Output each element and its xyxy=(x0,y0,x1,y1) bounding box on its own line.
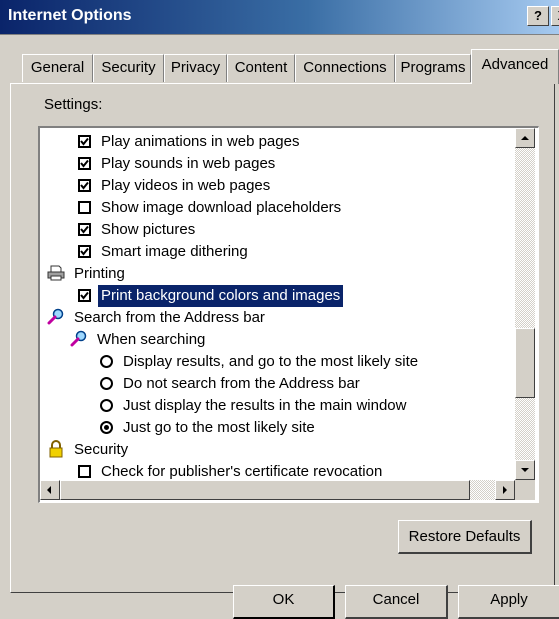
settings-group: When searching xyxy=(70,329,208,351)
settings-option[interactable]: Show pictures xyxy=(78,219,198,241)
lock-icon xyxy=(47,440,65,458)
scrollbar-corner xyxy=(515,480,535,500)
settings-option[interactable]: Play sounds in web pages xyxy=(78,153,278,175)
checkbox[interactable] xyxy=(78,244,91,258)
tab-privacy[interactable]: Privacy xyxy=(164,54,227,82)
chevron-right-icon xyxy=(503,486,507,494)
settings-label: Settings: xyxy=(44,96,103,113)
printer-icon xyxy=(47,264,65,282)
radio-button[interactable] xyxy=(100,354,113,368)
checkbox[interactable] xyxy=(78,156,91,170)
option-label: Smart image dithering xyxy=(101,243,248,260)
checkbox[interactable] xyxy=(78,200,91,214)
option-label: Security xyxy=(74,441,129,458)
settings-option[interactable]: Print background colors and images xyxy=(78,284,345,308)
settings-option[interactable]: Display results, and go to the most like… xyxy=(100,351,421,373)
checkbox[interactable] xyxy=(78,222,91,236)
tab-strip: General Security Privacy Content Connect… xyxy=(0,49,559,84)
option-label: Play animations in web pages xyxy=(101,133,300,150)
checkbox[interactable] xyxy=(78,178,91,192)
tab-content[interactable]: Content xyxy=(227,54,295,82)
chevron-down-icon xyxy=(521,468,529,472)
checkbox[interactable] xyxy=(78,288,91,302)
cancel-button[interactable]: Cancel xyxy=(345,585,448,619)
option-label: Do not search from the Address bar xyxy=(123,375,360,392)
chevron-up-icon xyxy=(521,136,529,140)
scroll-down-button[interactable] xyxy=(515,460,535,480)
tab-security[interactable]: Security xyxy=(93,54,164,82)
checkbox[interactable] xyxy=(78,134,91,148)
tab-advanced[interactable]: Advanced xyxy=(471,49,559,84)
settings-option[interactable]: Play videos in web pages xyxy=(78,175,273,197)
scroll-up-button[interactable] xyxy=(515,128,535,148)
option-label: Printing xyxy=(74,265,125,282)
settings-option[interactable]: Play animations in web pages xyxy=(78,131,302,153)
settings-group: Printing xyxy=(47,263,128,285)
checkbox[interactable] xyxy=(78,464,91,478)
option-label: Just display the results in the main win… xyxy=(123,397,407,414)
restore-defaults-button[interactable]: Restore Defaults xyxy=(398,520,532,554)
option-label: Play videos in web pages xyxy=(101,177,271,194)
ok-button[interactable]: OK xyxy=(233,585,335,619)
option-label: Play sounds in web pages xyxy=(101,155,276,172)
option-label: Print background colors and images xyxy=(96,284,345,308)
option-label: Show pictures xyxy=(101,221,196,238)
option-label: Show image download placeholders xyxy=(101,199,342,216)
radio-button[interactable] xyxy=(100,376,113,390)
settings-group: Security xyxy=(47,439,131,461)
settings-option[interactable]: Just display the results in the main win… xyxy=(100,395,409,417)
title-bar[interactable]: Internet Options ? X xyxy=(0,0,559,35)
settings-option[interactable]: Show image download placeholders xyxy=(78,197,344,219)
window-title: Internet Options xyxy=(8,7,132,24)
chevron-left-icon xyxy=(47,486,51,494)
vertical-scroll-thumb[interactable] xyxy=(515,328,535,398)
tab-connections[interactable]: Connections xyxy=(295,54,395,82)
scroll-right-button[interactable] xyxy=(495,480,515,500)
search-icon xyxy=(70,330,88,348)
horizontal-scroll-thumb[interactable] xyxy=(60,480,470,500)
search-icon xyxy=(47,308,65,326)
apply-button[interactable]: Apply xyxy=(458,585,559,619)
close-button[interactable]: X xyxy=(551,6,559,26)
radio-button[interactable] xyxy=(100,398,113,412)
help-button[interactable]: ? xyxy=(527,6,549,26)
settings-option[interactable]: Smart image dithering xyxy=(78,241,251,263)
settings-option[interactable]: Do not search from the Address bar xyxy=(100,373,363,395)
option-label: Display results, and go to the most like… xyxy=(123,353,419,370)
option-label: When searching xyxy=(97,331,206,348)
scroll-left-button[interactable] xyxy=(40,480,60,500)
settings-group: Search from the Address bar xyxy=(47,307,268,329)
settings-list[interactable]: Play animations in web pages Play sounds … xyxy=(38,126,539,503)
option-label: Search from the Address bar xyxy=(74,309,265,326)
option-label: Just go to the most likely site xyxy=(123,419,315,436)
tab-programs[interactable]: Programs xyxy=(395,54,471,82)
vertical-scrollbar[interactable] xyxy=(515,128,535,480)
settings-option[interactable]: Just go to the most likely site xyxy=(100,417,318,439)
tab-general[interactable]: General xyxy=(22,54,93,82)
radio-button[interactable] xyxy=(100,420,113,434)
